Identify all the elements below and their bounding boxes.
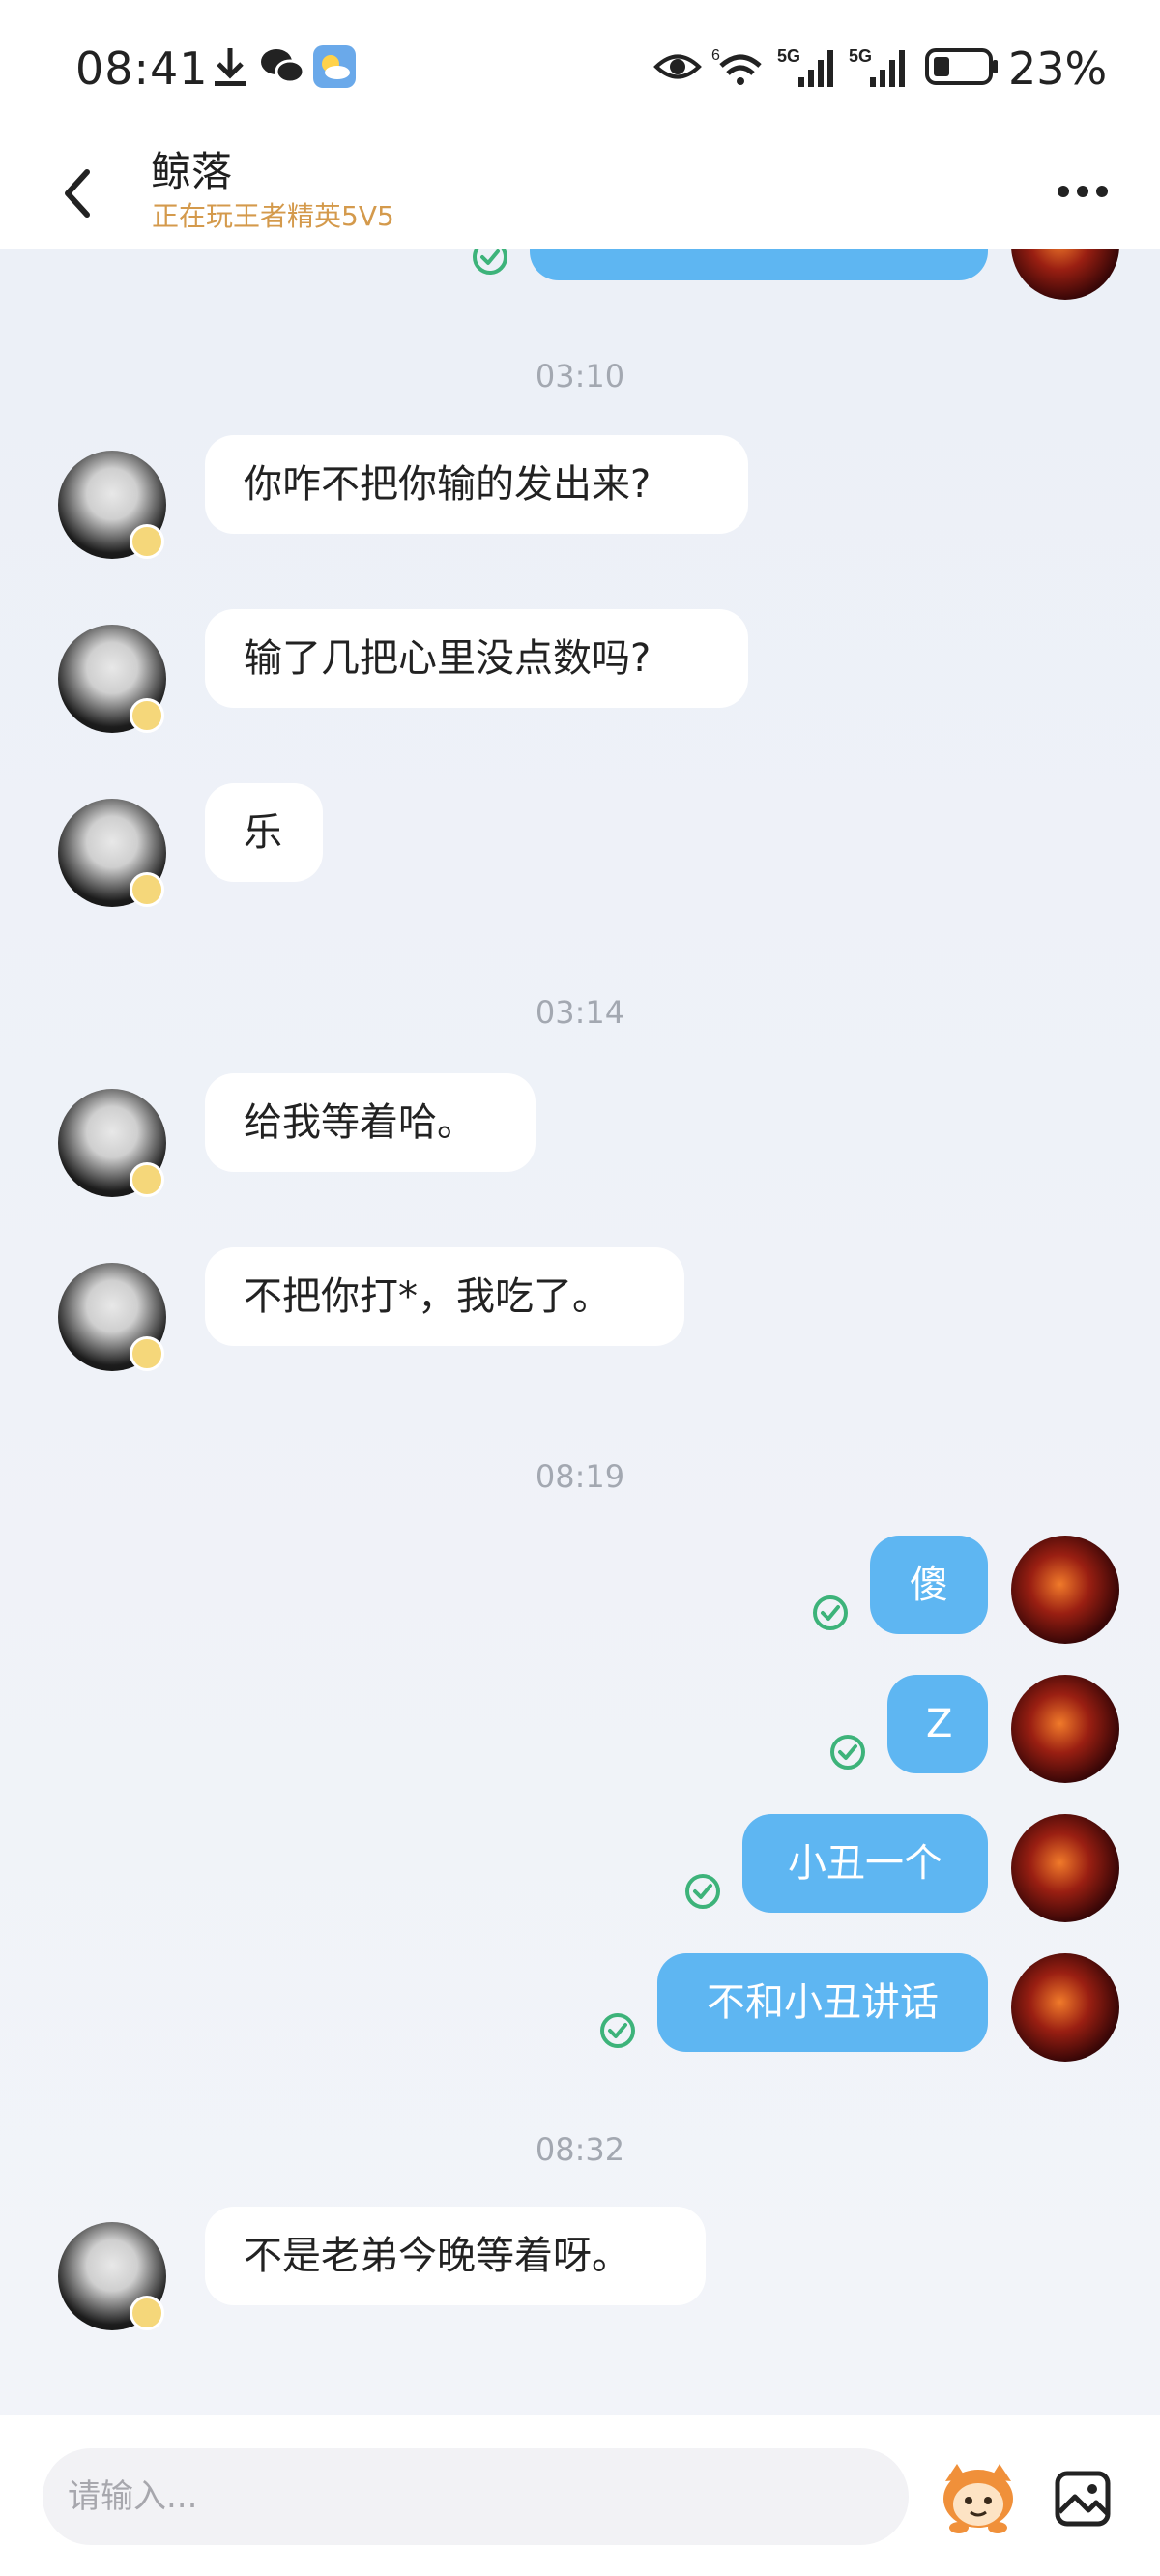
contact-name[interactable]: 鲸落 (151, 139, 232, 198)
message-bubble-incoming[interactable]: 输了几把心里没点数吗? (205, 609, 748, 708)
timestamp: 08:32 (535, 2131, 625, 2168)
signal-5g-icon: 5G (777, 46, 833, 87)
emoji-mascot-icon[interactable] (938, 2460, 1019, 2535)
read-check-icon (830, 1735, 865, 1770)
timestamp: 03:14 (535, 994, 625, 1031)
message-input[interactable] (43, 2448, 909, 2545)
weather-icon (313, 45, 356, 88)
contact-status: 正在玩王者精英5V5 (152, 200, 394, 232)
wifi-icon: 6 (711, 47, 762, 85)
status-badge (130, 698, 164, 733)
message-bubble-incoming[interactable]: 不把你打*，我吃了。 (205, 1247, 684, 1346)
read-check-icon (685, 1874, 720, 1909)
status-badge (130, 1336, 164, 1371)
eye-icon (653, 54, 702, 79)
status-badge (130, 524, 164, 559)
message-bubble-outgoing-partial[interactable] (530, 249, 988, 280)
svg-text:5G: 5G (777, 46, 800, 66)
status-time: 08:41 (75, 43, 209, 95)
status-badge (130, 1162, 164, 1197)
my-avatar[interactable] (1011, 1536, 1119, 1644)
more-icon[interactable] (1054, 172, 1112, 211)
status-bar: 08:41 6 5G 5G 23% (0, 0, 1160, 143)
svg-text:5G: 5G (849, 46, 872, 66)
timestamp: 03:10 (535, 358, 625, 395)
my-avatar[interactable] (1011, 1814, 1119, 1922)
my-avatar[interactable] (1011, 1953, 1119, 2062)
battery-percentage: 23% (1008, 43, 1108, 95)
message-bubble-outgoing[interactable]: 小丑一个 (742, 1814, 988, 1913)
image-icon[interactable] (1054, 2470, 1112, 2528)
message-bubble-incoming[interactable]: 不是老弟今晚等着呀。 (205, 2207, 706, 2305)
message-bubble-incoming[interactable]: 给我等着哈。 (205, 1073, 536, 1172)
back-icon[interactable] (50, 159, 108, 226)
my-avatar[interactable] (1011, 1675, 1119, 1783)
message-bubble-outgoing[interactable]: 傻 (870, 1536, 988, 1634)
read-check-icon (473, 249, 508, 275)
battery-icon (925, 48, 998, 85)
signal-5g-icon: 5G (849, 46, 905, 87)
message-bubble-outgoing[interactable]: Z (887, 1675, 988, 1773)
download-icon (215, 48, 246, 86)
message-bubble-incoming[interactable]: 乐 (205, 783, 323, 882)
timestamp: 08:19 (535, 1458, 625, 1495)
message-bubble-incoming[interactable]: 你咋不把你输的发出来? (205, 435, 748, 534)
read-check-icon (813, 1595, 848, 1630)
wechat-icon (261, 49, 305, 84)
svg-text:6: 6 (711, 47, 720, 64)
status-badge (130, 872, 164, 907)
message-bubble-outgoing[interactable]: 不和小丑讲话 (657, 1953, 988, 2052)
my-avatar[interactable] (1011, 249, 1119, 300)
read-check-icon (600, 2013, 635, 2048)
input-bar (0, 2415, 1160, 2576)
status-badge (130, 2296, 164, 2330)
message-list[interactable]: 03:10 你咋不把你输的发出来? 输了几把心里没点数吗? 乐 03:14 给我… (0, 249, 1160, 2415)
chat-header: 鲸落 正在玩王者精英5V5 (0, 143, 1160, 249)
